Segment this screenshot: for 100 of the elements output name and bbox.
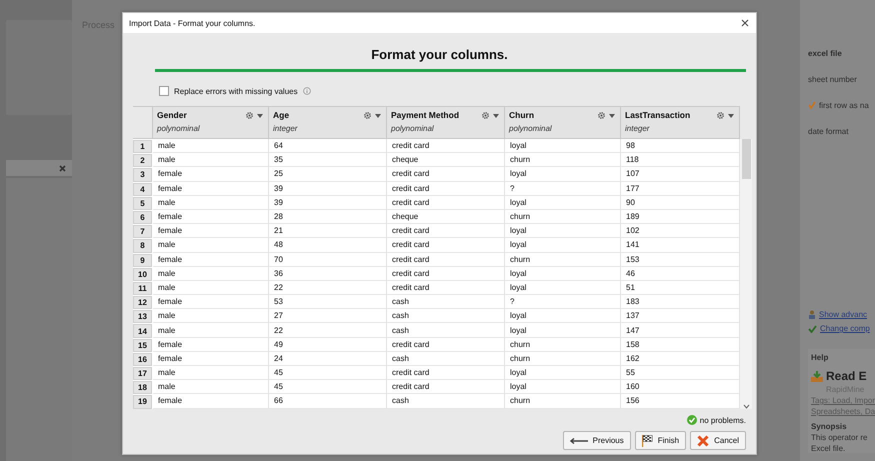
- close-icon[interactable]: [741, 19, 749, 27]
- table-cell: credit card: [387, 139, 505, 154]
- table-cell: cash: [387, 352, 505, 366]
- table-cell: female: [153, 252, 269, 267]
- table-cell: male: [153, 280, 269, 296]
- column-name: Churn: [509, 110, 534, 120]
- table-cell: credit card: [387, 167, 505, 182]
- table-cell: cheque: [387, 210, 505, 224]
- table-cell: churn: [505, 338, 621, 352]
- parameter-label: first row as na: [819, 100, 869, 110]
- row-number: 8: [133, 239, 152, 252]
- table-cell: credit card: [387, 182, 505, 196]
- table-cell: 39: [269, 196, 387, 210]
- table-cell: 21: [269, 224, 387, 238]
- checkbox[interactable]: [808, 101, 816, 109]
- table-cell: 45: [269, 366, 387, 380]
- table-cell: 66: [269, 394, 387, 409]
- table-cell: male: [153, 323, 269, 338]
- column-name: Gender: [157, 110, 187, 120]
- row-number: 15: [133, 338, 152, 352]
- operator-name: Read E: [826, 369, 867, 383]
- table-cell: credit card: [387, 266, 505, 281]
- previous-button[interactable]: Previous: [562, 431, 631, 450]
- caret-icon[interactable]: [728, 114, 734, 118]
- panel-title: Help: [811, 353, 830, 362]
- synopsis-text: Excel file.: [811, 444, 846, 453]
- table-cell: churn: [505, 210, 621, 224]
- caret-icon[interactable]: [257, 114, 263, 118]
- table-cell: 98: [621, 139, 740, 154]
- status-text: no problems.: [700, 416, 746, 424]
- scroll-down-icon[interactable]: [742, 404, 750, 409]
- table-cell: male: [153, 153, 269, 168]
- table-cell: female: [153, 182, 269, 196]
- table-cell: cash: [387, 309, 505, 324]
- table-cell: female: [153, 338, 269, 352]
- table-cell: credit card: [387, 252, 505, 267]
- finish-button[interactable]: Finish: [634, 431, 686, 450]
- row-number: 13: [133, 310, 152, 324]
- table-cell: loyal: [505, 323, 621, 338]
- caret-icon[interactable]: [609, 114, 615, 118]
- row-number: 18: [133, 381, 152, 394]
- table-cell: loyal: [505, 266, 621, 281]
- synopsis-text: This operator re: [811, 433, 868, 442]
- row-number: 4: [133, 182, 152, 196]
- table-cell: cheque: [387, 153, 505, 168]
- table-cell: 39: [269, 182, 387, 196]
- caret-icon[interactable]: [493, 114, 499, 118]
- window-title: Import Data - Format your columns.: [129, 18, 256, 28]
- table-cell: female: [153, 352, 269, 366]
- cancel-button[interactable]: Cancel: [690, 431, 746, 450]
- table-cell: female: [153, 224, 269, 238]
- row-number: 2: [133, 154, 152, 168]
- table-cell: male: [153, 380, 269, 394]
- row-number: 11: [133, 282, 152, 296]
- person-icon: [808, 310, 816, 319]
- gear-icon[interactable]: [598, 112, 605, 119]
- table-cell: loyal: [505, 167, 621, 182]
- check-icon: [808, 324, 817, 332]
- table-cell: ?: [505, 295, 621, 310]
- column-type: polynominal: [391, 124, 434, 133]
- column-type: polynominal: [509, 124, 552, 133]
- gear-icon[interactable]: [246, 112, 253, 119]
- flag-icon: [642, 434, 653, 446]
- table-cell: male: [153, 238, 269, 252]
- table-cell: cash: [387, 295, 505, 310]
- table-cell: credit card: [387, 280, 505, 296]
- check-circle-icon: [686, 415, 697, 425]
- gear-icon[interactable]: [364, 112, 371, 119]
- table-cell: 48: [269, 238, 387, 252]
- column-name: Age: [273, 110, 290, 120]
- table-cell: credit card: [387, 238, 505, 252]
- gear-icon[interactable]: [482, 112, 489, 119]
- import-icon: [811, 370, 823, 382]
- table-cell: 36: [269, 266, 387, 281]
- parameter-label: date format: [808, 126, 848, 136]
- table-cell: female: [153, 295, 269, 310]
- scrollbar-thumb[interactable]: [742, 139, 750, 179]
- table-cell: 24: [269, 352, 387, 366]
- table-cell: churn: [505, 352, 621, 366]
- checkbox-label[interactable]: Replace errors with missing values: [174, 86, 298, 96]
- table-cell: 35: [269, 153, 387, 168]
- table-cell: 22: [269, 323, 387, 338]
- row-number: 1: [133, 140, 152, 154]
- gear-icon[interactable]: [717, 112, 724, 119]
- table-cell: cash: [387, 323, 505, 338]
- table-cell: 70: [269, 252, 387, 267]
- table-cell: male: [153, 139, 269, 154]
- table-cell: credit card: [387, 224, 505, 238]
- table-cell: credit card: [387, 380, 505, 394]
- checkbox[interactable]: [159, 86, 169, 96]
- table-cell: 25: [269, 167, 387, 182]
- caret-icon[interactable]: [375, 114, 381, 118]
- table-cell: 49: [269, 338, 387, 352]
- table-cell: 27: [269, 309, 387, 324]
- row-number: 16: [133, 352, 152, 366]
- table-cell: loyal: [505, 280, 621, 296]
- table-cell: loyal: [505, 309, 621, 324]
- dialog-heading: Format your columns.: [370, 47, 509, 62]
- table-cell: credit card: [387, 338, 505, 352]
- table-cell: male: [153, 266, 269, 281]
